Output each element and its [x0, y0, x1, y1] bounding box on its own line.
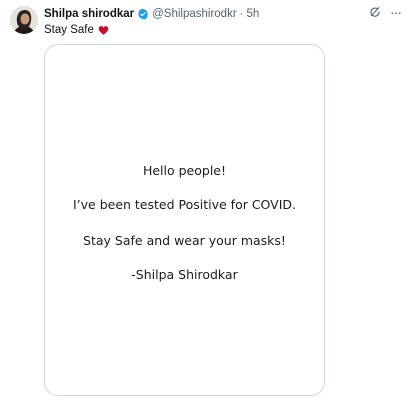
tweet-text: Stay Safe	[44, 22, 109, 38]
statement-line: Stay Safe and wear your masks!	[83, 233, 286, 248]
tweet-text-content: Stay Safe	[44, 24, 94, 36]
avatar-image	[10, 6, 38, 34]
tweet-actions-top: ···	[368, 5, 402, 19]
verified-badge-icon	[138, 8, 149, 20]
more-options-icon[interactable]: ···	[390, 5, 402, 19]
grok-icon[interactable]	[368, 5, 382, 19]
timestamp[interactable]: 5h	[247, 8, 260, 20]
author-handle[interactable]: @Shilpashirodkr	[152, 8, 237, 20]
tweet-header: Shilpa shirodkar @Shilpashirodkr · 5h	[44, 5, 259, 23]
statement-line: Hello people!	[142, 163, 227, 178]
author-display-name[interactable]: Shilpa shirodkar	[44, 8, 134, 20]
tweet[interactable]: Shilpa shirodkar @Shilpashirodkr · 5h St…	[0, 0, 411, 400]
statement-signature: -Shilpa Shirodkar	[131, 267, 238, 282]
statement-line: I’ve been tested Positive for COVID.	[72, 197, 297, 212]
avatar[interactable]	[10, 6, 38, 34]
separator-dot: ·	[239, 8, 244, 20]
tweet-media-image[interactable]: Hello people! I’ve been tested Positive …	[44, 44, 325, 396]
heart-icon	[98, 25, 109, 35]
